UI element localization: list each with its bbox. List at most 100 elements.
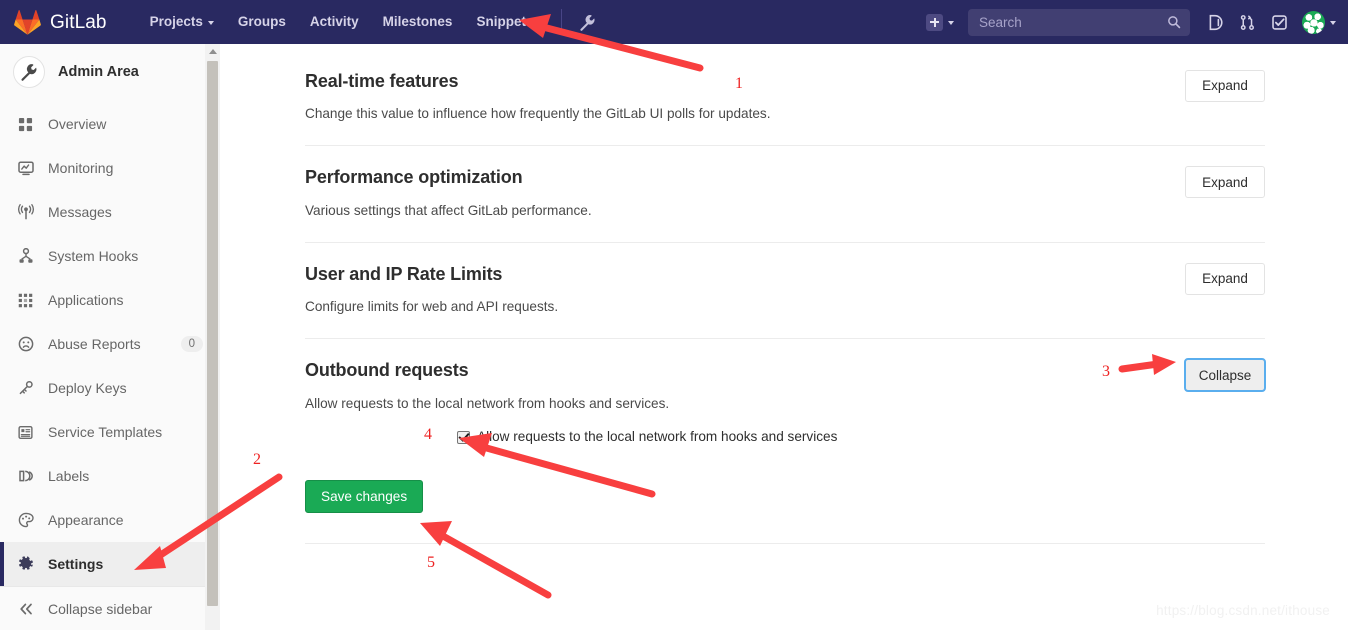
hook-icon — [17, 248, 34, 264]
chevron-down-icon — [207, 21, 214, 25]
section-title: User and IP Rate Limits — [305, 263, 503, 284]
abuse-report-icon — [17, 336, 34, 352]
plus-icon — [926, 13, 943, 31]
sidebar-item-label: Messages — [48, 204, 112, 220]
settings-section-outbound-requests: Outbound requests Allow requests to the … — [305, 339, 1266, 545]
chevron-down-icon — [1330, 21, 1336, 25]
collapse-sidebar-label: Collapse sidebar — [48, 600, 153, 617]
admin-sidebar: Admin Area Overview Monitoring Messages — [0, 44, 220, 630]
allow-local-network-checkbox-row[interactable]: Allow requests to the local network from… — [305, 429, 1265, 446]
sidebar-item-labels[interactable]: Labels — [0, 454, 219, 498]
sidebar-scrollbar[interactable] — [205, 44, 220, 630]
user-menu-button[interactable] — [1302, 10, 1336, 34]
nav-link-groups-label: Groups — [237, 14, 286, 29]
sidebar-item-abuse-reports[interactable]: Abuse Reports 0 — [0, 322, 219, 366]
admin-area-button[interactable] — [572, 0, 602, 44]
sidebar-item-label: System Hooks — [48, 248, 139, 264]
nav-link-projects-label: Projects — [149, 14, 203, 29]
navbar-right-actions: Search — [920, 0, 1348, 44]
app-root: GitLab Projects Groups Activity Mileston… — [0, 0, 1348, 630]
sidebar-context-title: Admin Area — [58, 64, 139, 80]
search-placeholder: Search — [979, 14, 1022, 30]
expand-button-user-and-ip-rate-limits[interactable]: Expand — [1185, 262, 1265, 295]
section-text: Real-time features Change this value to … — [305, 70, 1185, 123]
scrollbar-thumb[interactable] — [207, 61, 218, 606]
sidebar-item-label: Service Templates — [48, 424, 163, 440]
collapse-button-outbound-requests[interactable]: Collapse — [1184, 358, 1266, 393]
settings-sections-column: Real-time features Change this value to … — [305, 44, 1266, 545]
todos-button[interactable] — [1264, 0, 1294, 44]
navbar-brand-text: GitLab — [50, 11, 107, 33]
settings-main-content: Real-time features Change this value to … — [220, 44, 1348, 630]
section-description: Various settings that affect GitLab perf… — [305, 202, 592, 218]
issues-button[interactable] — [1200, 0, 1230, 44]
nav-link-milestones[interactable]: Milestones — [371, 0, 465, 44]
watermark: https://blog.csdn.net/ithouse — [1156, 603, 1330, 618]
sidebar-item-label: Labels — [48, 468, 90, 484]
allow-local-network-label[interactable]: Allow requests to the local network from… — [477, 429, 837, 446]
section-text: User and IP Rate Limits Configure limits… — [305, 263, 1185, 316]
wrench-icon — [580, 14, 595, 31]
gitlab-tanuki-logo-icon — [14, 9, 41, 35]
settings-section-user-and-ip-rate-limits: User and IP Rate Limits Configure limits… — [305, 243, 1265, 340]
create-new-button[interactable] — [920, 13, 960, 31]
sidebar-item-label: Deploy Keys — [48, 380, 127, 396]
scroll-up-arrow-icon[interactable] — [205, 44, 220, 59]
expand-button-performance-optimization[interactable]: Expand — [1185, 166, 1265, 199]
sidebar-item-settings[interactable]: Settings — [0, 542, 219, 586]
sidebar-context-header[interactable]: Admin Area — [0, 44, 219, 100]
sidebar-item-deploy-keys[interactable]: Deploy Keys — [0, 366, 219, 410]
issues-icon — [1209, 14, 1223, 30]
gitlab-home-link[interactable]: GitLab — [0, 0, 113, 44]
sidebar-item-label: Monitoring — [48, 160, 114, 176]
nav-link-groups[interactable]: Groups — [226, 0, 298, 44]
sidebar-nav-list: Overview Monitoring Messages System Hook… — [0, 100, 219, 586]
navbar-divider — [561, 9, 563, 35]
section-text: Outbound requests Allow requests to the … — [305, 359, 1185, 412]
merge-requests-icon — [1240, 14, 1254, 30]
allow-local-network-checkbox[interactable] — [457, 430, 470, 444]
section-description: Configure limits for web and API request… — [305, 299, 559, 315]
save-changes-button[interactable]: Save changes — [305, 479, 424, 514]
applications-icon — [17, 293, 34, 308]
broadcast-icon — [17, 204, 34, 220]
sidebar-item-monitoring[interactable]: Monitoring — [0, 146, 219, 190]
sidebar-item-overview[interactable]: Overview — [0, 102, 219, 146]
outbound-requests-form: Allow requests to the local network from… — [305, 413, 1265, 522]
sidebar-item-appearance[interactable]: Appearance — [0, 498, 219, 542]
nav-link-snippets-label: Snippets — [476, 14, 534, 29]
key-icon — [17, 380, 34, 396]
sidebar-item-label: Applications — [48, 292, 124, 308]
monitoring-icon — [17, 160, 34, 176]
settings-section-performance-optimization: Performance optimization Various setting… — [305, 146, 1265, 243]
sidebar-context-avatar — [13, 56, 45, 88]
chevron-double-left-icon — [17, 601, 34, 617]
sidebar-item-applications[interactable]: Applications — [0, 278, 219, 322]
sidebar-item-label: Settings — [48, 556, 104, 572]
nav-link-projects[interactable]: Projects — [138, 0, 226, 44]
sidebar-item-system-hooks[interactable]: System Hooks — [0, 234, 219, 278]
service-template-icon — [17, 425, 34, 440]
section-title: Real-time features — [305, 71, 459, 91]
section-title: Performance optimization — [305, 167, 523, 188]
navbar-links: Projects Groups Activity Milestones Snip… — [138, 0, 603, 44]
status-badge: 0 — [180, 336, 203, 352]
nav-link-milestones-label: Milestones — [382, 14, 453, 29]
sidebar-item-label: Overview — [48, 116, 107, 132]
sidebar-footer: Collapse sidebar — [0, 586, 219, 630]
sidebar-item-label: Appearance — [48, 512, 124, 528]
nav-link-activity-label: Activity — [309, 14, 359, 29]
nav-link-activity[interactable]: Activity — [298, 0, 371, 44]
gear-icon — [17, 556, 34, 572]
top-navbar: GitLab Projects Groups Activity Mileston… — [0, 0, 1348, 44]
expand-button-real-time-features[interactable]: Expand — [1185, 70, 1265, 102]
todos-icon — [1271, 14, 1287, 30]
search-input[interactable]: Search — [968, 8, 1190, 36]
nav-link-snippets[interactable]: Snippets — [464, 0, 545, 44]
section-description: Change this value to influence how frequ… — [305, 106, 771, 122]
sidebar-item-messages[interactable]: Messages — [0, 190, 219, 234]
sidebar-item-service-templates[interactable]: Service Templates — [0, 410, 219, 454]
merge-requests-button[interactable] — [1232, 0, 1262, 44]
avatar — [1302, 10, 1325, 34]
collapse-sidebar-button[interactable]: Collapse sidebar — [0, 587, 219, 630]
